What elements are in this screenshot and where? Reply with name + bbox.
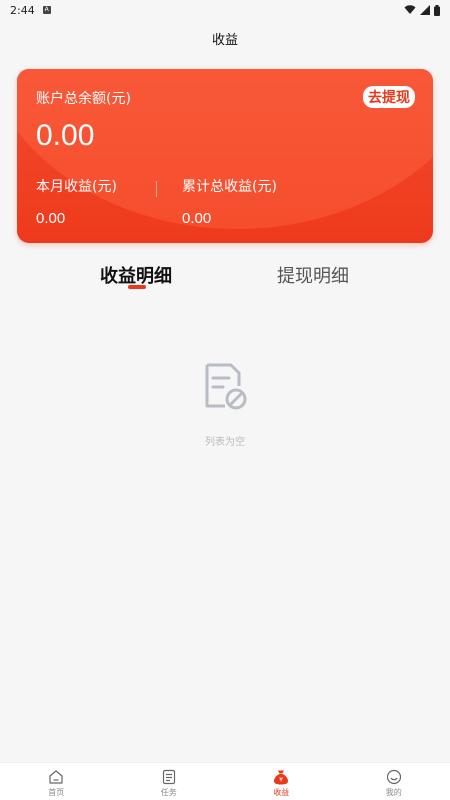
balance-value: 0.00 (36, 119, 95, 152)
total-income-value: 0.00 (182, 210, 212, 227)
nav-item-task[interactable]: 任务 (113, 763, 226, 800)
nav-label-profile: 我的 (385, 788, 402, 797)
total-income-stat: 累计总收益(元) 0.00 (182, 176, 277, 227)
balance-card: 账户总余额(元) 去提现 0.00 本月收益(元) 0.00 累计总收益(元) … (17, 69, 433, 243)
money-bag-icon: ¥ (274, 770, 289, 785)
nav-item-home[interactable]: 首页 (0, 763, 113, 800)
month-income-label: 本月收益(元) (36, 179, 117, 195)
page-title: 收益 (211, 32, 238, 48)
profile-icon (386, 769, 401, 785)
stat-divider (156, 181, 157, 197)
nav-label-home: 首页 (48, 788, 65, 797)
empty-text: 列表为空 (205, 437, 245, 448)
nav-item-profile[interactable]: 我的 (338, 763, 450, 800)
nav-item-income[interactable]: ¥ 收益 (225, 763, 338, 800)
status-a-badge: A (42, 6, 51, 14)
empty-list-icon (205, 363, 247, 410)
battery-icon (434, 4, 440, 16)
wifi-icon (404, 5, 416, 14)
nav-label-task: 任务 (160, 788, 177, 797)
bottom-nav: 首页 任务 ¥ 收益 我的 (0, 762, 450, 800)
svg-text:¥: ¥ (279, 777, 283, 784)
nav-label-income: 收益 (273, 788, 290, 797)
total-income-label: 累计总收益(元) (182, 179, 277, 195)
signal-icon (420, 5, 430, 15)
month-income-value: 0.00 (36, 210, 66, 227)
tab-withdraw-detail[interactable]: 提现明细 (277, 262, 349, 288)
home-icon (49, 770, 63, 784)
status-time: 2:44 (10, 3, 35, 17)
month-income-stat: 本月收益(元) 0.00 (36, 176, 117, 227)
detail-tabs: 收益明细 提现明细 (0, 262, 450, 292)
balance-label: 账户总余额(元) (36, 91, 131, 107)
task-icon (162, 769, 175, 785)
tab-active-indicator (128, 285, 146, 289)
status-bar: 2:44 A (0, 0, 450, 20)
withdraw-button[interactable]: 去提现 (363, 86, 415, 108)
